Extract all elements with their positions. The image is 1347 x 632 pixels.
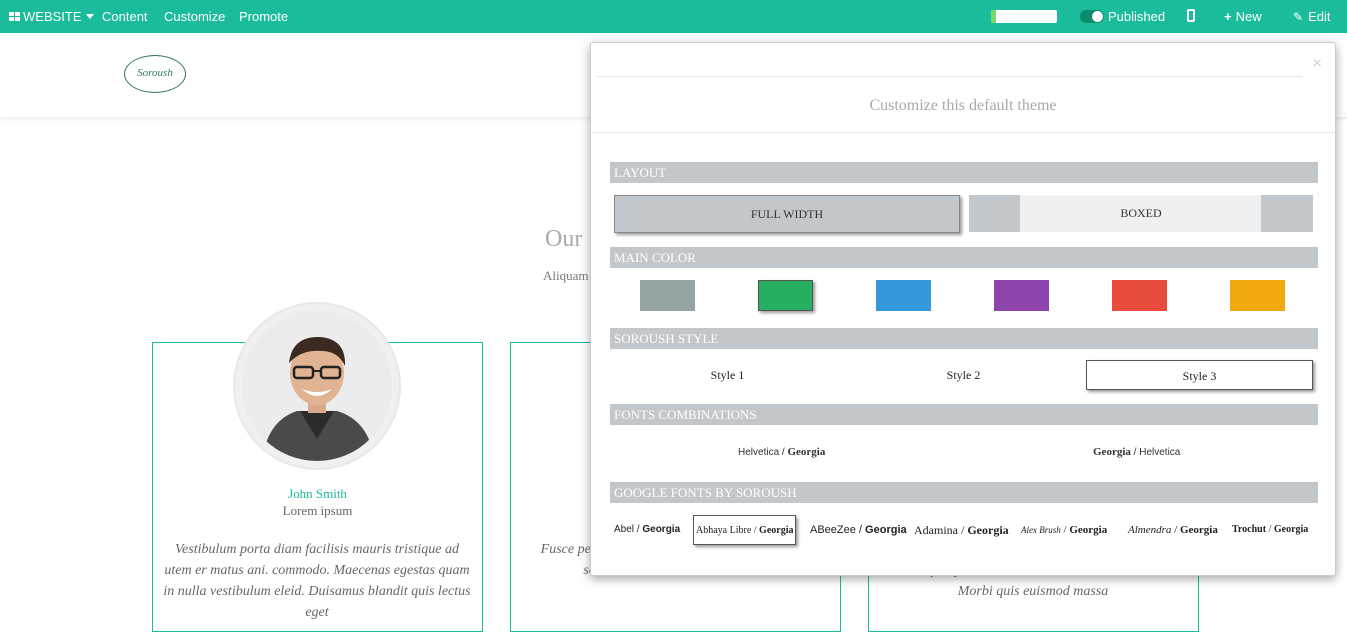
modal-title: Customize this default theme (869, 97, 1057, 114)
font-combination-first: Georgia (1093, 446, 1131, 458)
google-font-pair: Georgia (967, 523, 1009, 537)
font-combination-second: Helvetica (1139, 447, 1181, 458)
color-swatch-gray[interactable] (640, 280, 695, 311)
google-font-name: ABeeZee (810, 524, 856, 536)
logo-text: Soroush (137, 67, 173, 79)
layout-boxed-label: BOXED (1120, 206, 1162, 220)
google-font-adamina[interactable]: Adamina / Georgia (914, 515, 1009, 545)
google-font-name: Trochut (1232, 524, 1267, 535)
google-font-trochut[interactable]: Trochut / Georgia (1232, 515, 1308, 545)
plus-icon: + (1224, 9, 1232, 24)
font-combination-helvetica-georgia[interactable]: Helvetica / Georgia (738, 446, 825, 458)
website-menu-label: WEBSITE (23, 9, 82, 24)
google-font-almendra[interactable]: Almendra / Georgia (1128, 515, 1218, 545)
team-member-quote: Vestibulum porta diam facilisis mauris t… (163, 542, 471, 620)
section-title: Our (545, 226, 583, 252)
google-font-name: Adamina (914, 523, 958, 537)
caret-down-icon (85, 14, 94, 19)
layout-full-width-option[interactable]: FULL WIDTH (614, 195, 960, 233)
progress-fill (991, 10, 997, 23)
progress-bar (991, 10, 1057, 23)
team-member-avatar (233, 302, 401, 470)
google-font-abhaya-libre[interactable]: Abhaya Libre / Georgia (693, 515, 797, 545)
new-button[interactable]: + New (1224, 0, 1262, 33)
divider (591, 132, 1335, 133)
font-combination-georgia-helvetica[interactable]: Georgia / Helvetica (1093, 446, 1180, 458)
customize-theme-modal: × Customize this default theme LAYOUT FU… (590, 42, 1336, 576)
team-member-role: Lorem ipsum (282, 503, 353, 518)
team-member-name: John Smith (288, 486, 347, 501)
section-header-main-color: MAIN COLOR (610, 247, 1318, 268)
google-font-name: Alex Brush (1021, 525, 1061, 535)
style-option-1[interactable]: Style 1 (614, 360, 841, 390)
website-menu[interactable]: WEBSITE (9, 0, 94, 33)
section-header-soroush-style: SOROUSH STYLE (610, 328, 1318, 349)
published-toggle[interactable] (1080, 10, 1104, 23)
font-combination-second: Georgia (787, 446, 826, 458)
google-font-pair: Georgia (759, 525, 794, 536)
google-font-name: Almendra (1128, 524, 1172, 536)
color-swatch-red[interactable] (1112, 280, 1167, 311)
grid-icon (9, 12, 20, 21)
avatar-photo (242, 311, 392, 461)
google-font-alex-brush[interactable]: Alex Brush / Georgia (1021, 515, 1107, 545)
google-font-pair: Georgia (865, 524, 907, 536)
google-font-separator: / (958, 523, 968, 537)
color-swatch-green[interactable] (758, 280, 813, 311)
editor-top-bar: WEBSITE Content Customize Promote Publis… (0, 0, 1347, 33)
pencil-icon: ✎ (1293, 10, 1304, 24)
google-font-abel[interactable]: Abel / Georgia (614, 515, 680, 545)
google-font-pair: Georgia (1069, 524, 1108, 536)
toggle-knob (1092, 11, 1103, 22)
google-font-separator: / (751, 525, 760, 536)
edit-button[interactable]: ✎ Edit (1293, 0, 1330, 33)
section-header-google-fonts: GOOGLE FONTS BY SOROUSH (610, 482, 1318, 503)
style-option-2[interactable]: Style 2 (850, 360, 1077, 390)
google-font-pair: Georgia (1179, 524, 1218, 536)
customize-menu[interactable]: Customize (164, 0, 225, 33)
google-font-name: Abhaya Libre (696, 525, 752, 536)
divider (597, 76, 1302, 77)
google-font-separator: / (855, 524, 866, 536)
font-combination-separator: / (1130, 447, 1140, 458)
layout-boxed-option[interactable]: BOXED (969, 195, 1313, 232)
published-label: Published (1108, 9, 1166, 24)
google-font-pair: Georgia (1273, 524, 1309, 535)
google-font-separator: / (1171, 524, 1180, 536)
google-font-pair: Georgia (642, 524, 681, 535)
site-logo[interactable]: Soroush (124, 55, 186, 93)
promote-menu[interactable]: Promote (239, 0, 288, 33)
style-option-3[interactable]: Style 3 (1086, 360, 1313, 390)
mobile-preview-icon[interactable] (1187, 9, 1195, 22)
section-header-layout: LAYOUT (610, 162, 1318, 183)
section-header-fonts-combinations: FONTS COMBINATIONS (610, 404, 1318, 425)
google-font-name: Abel (614, 524, 635, 535)
color-swatch-orange[interactable] (1230, 280, 1285, 311)
content-menu[interactable]: Content (102, 0, 148, 33)
section-subtitle: Aliquam (543, 268, 589, 283)
font-combination-first: Helvetica (738, 447, 780, 458)
google-font-abeezee[interactable]: ABeeZee / Georgia (810, 515, 907, 545)
color-swatch-blue[interactable] (876, 280, 931, 311)
google-font-separator: / (1266, 524, 1274, 535)
edit-button-label: Edit (1308, 9, 1331, 24)
color-swatch-purple[interactable] (994, 280, 1049, 311)
close-icon[interactable]: × (1313, 55, 1322, 73)
new-button-label: New (1235, 9, 1262, 24)
